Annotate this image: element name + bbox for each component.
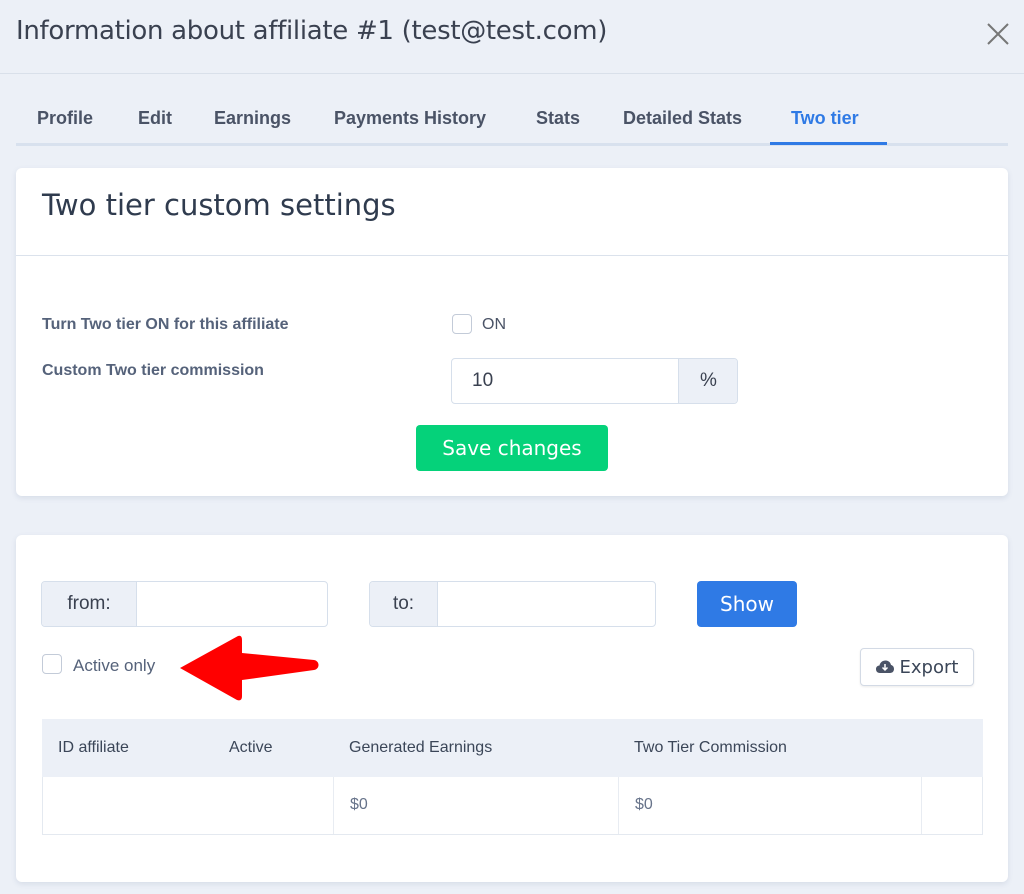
cell-generated-earnings: $0 <box>334 777 619 834</box>
turn-on-label: Turn Two tier ON for this affiliate <box>42 316 289 333</box>
two-tier-on-checkbox-label: ON <box>482 316 506 333</box>
table-header: ID affiliate Active Generated Earnings T… <box>42 719 983 777</box>
cell-id-active <box>43 777 334 834</box>
generated-earnings-value: $0 <box>350 796 368 813</box>
to-label: to: <box>370 582 438 626</box>
tab-edit[interactable]: Edit <box>138 108 172 129</box>
tab-stats[interactable]: Stats <box>536 108 580 129</box>
to-date-group: to: <box>369 581 656 627</box>
to-date-input[interactable] <box>444 582 649 626</box>
active-only-label: Active only <box>73 656 156 675</box>
two-tier-commission-value: $0 <box>635 796 653 813</box>
percent-addon: % <box>678 359 737 403</box>
from-date-group: from: <box>41 581 328 627</box>
column-header-two-tier-commission: Two Tier Commission <box>634 739 787 756</box>
tab-bar: Profile Edit Earnings Payments History S… <box>16 98 1008 146</box>
tab-profile[interactable]: Profile <box>37 108 93 129</box>
tab-detailed-stats[interactable]: Detailed Stats <box>623 108 742 129</box>
commission-input[interactable] <box>472 359 672 403</box>
close-button[interactable] <box>984 20 1012 48</box>
from-date-input[interactable] <box>142 582 322 626</box>
save-changes-button[interactable]: Save changes <box>416 425 608 471</box>
column-header-generated-earnings: Generated Earnings <box>349 739 493 756</box>
tab-earnings[interactable]: Earnings <box>214 108 291 129</box>
annotation-arrow-icon <box>180 635 319 701</box>
two-tier-settings-card: Two tier custom settings Turn Two tier O… <box>16 168 1008 496</box>
commission-label: Custom Two tier commission <box>42 362 264 379</box>
from-label: from: <box>42 582 137 626</box>
cloud-download-icon <box>875 660 894 673</box>
active-tab-indicator <box>770 142 887 145</box>
modal-header: Information about affiliate #1 (test@tes… <box>0 0 1024 74</box>
export-label: Export <box>899 656 959 678</box>
commission-input-group: % <box>451 358 738 404</box>
active-only-checkbox[interactable] <box>42 654 62 674</box>
card-title: Two tier custom settings <box>42 188 396 222</box>
modal-title: Information about affiliate #1 (test@tes… <box>16 16 608 46</box>
two-tier-on-checkbox[interactable] <box>452 314 472 334</box>
tab-payments-history[interactable]: Payments History <box>334 108 486 129</box>
close-icon <box>987 23 1009 45</box>
two-tier-stats-card: from: to: Show Active only Export ID aff… <box>16 535 1008 882</box>
show-button[interactable]: Show <box>697 581 797 627</box>
column-header-active: Active <box>229 739 273 756</box>
table-row: $0 $0 <box>42 777 983 835</box>
tab-two-tier[interactable]: Two tier <box>791 108 859 129</box>
cell-two-tier-commission: $0 <box>619 777 922 834</box>
column-header-id-affiliate: ID affiliate <box>58 739 129 756</box>
divider <box>16 255 1008 256</box>
export-button[interactable]: Export <box>860 648 974 686</box>
